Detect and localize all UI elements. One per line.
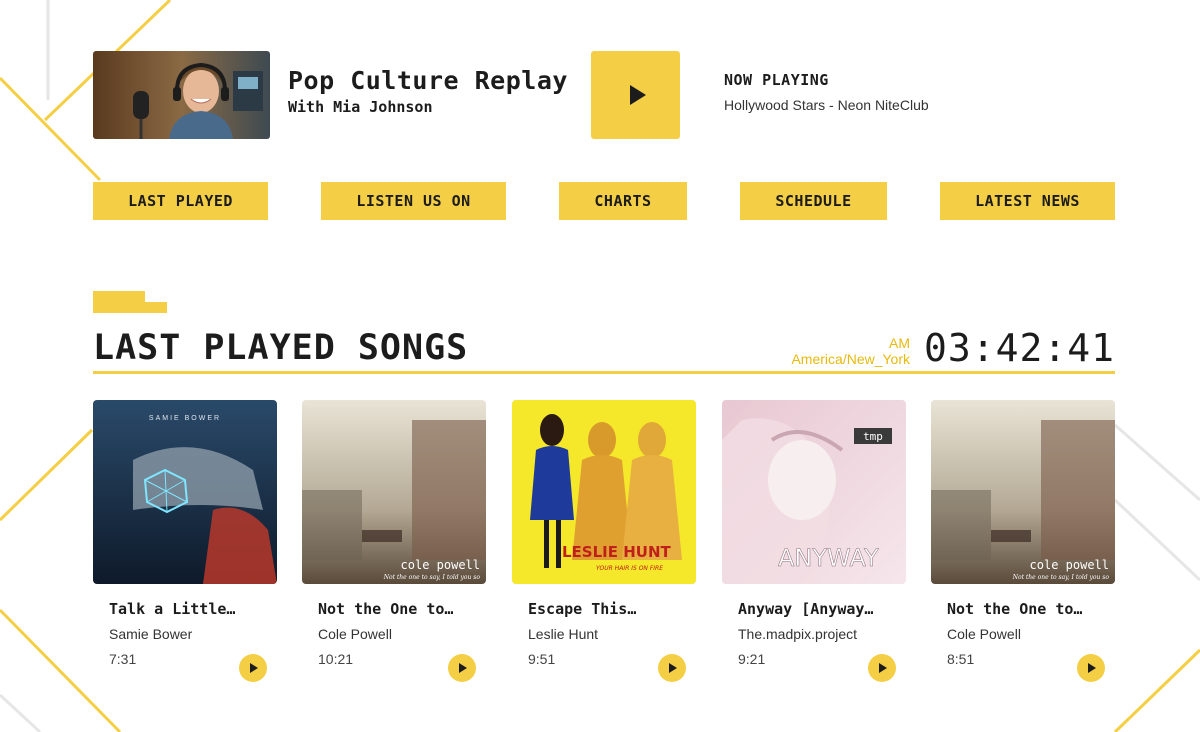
song-artist: Cole Powell	[318, 626, 392, 642]
song-artist: Samie Bower	[109, 626, 193, 642]
song-artist: Cole Powell	[947, 626, 1021, 642]
song-duration: 9:21	[738, 651, 766, 667]
album-cover: cole powell Not the one to say, I told y…	[302, 400, 486, 584]
cover-text: cole powell	[1030, 558, 1109, 572]
play-icon	[879, 663, 887, 673]
album-cover: tmp ANYWAY	[722, 400, 906, 584]
section-divider	[93, 371, 1115, 374]
song-artist: The.madpix.project	[738, 626, 858, 642]
song-card: cole powell Not the one to say, I told y…	[931, 400, 1115, 690]
song-duration: 10:21	[318, 651, 354, 667]
song-title: Escape This…	[528, 600, 637, 618]
now-playing-label: NOW PLAYING	[724, 71, 829, 89]
cover-subtext: Not the one to say, I told you so	[1012, 574, 1110, 581]
play-icon	[1088, 663, 1096, 673]
cover-text: LESLIE HUNT	[562, 543, 672, 561]
song-title: Anyway [Anyway…	[738, 600, 874, 618]
nav-charts-button[interactable]: CHARTS	[559, 182, 687, 220]
song-duration: 7:31	[109, 651, 137, 667]
cover-text: ANYWAY	[778, 544, 879, 572]
song-title: Not the One to…	[947, 600, 1083, 618]
song-play-button[interactable]	[448, 654, 476, 682]
show-title: Pop Culture Replay	[288, 66, 568, 95]
clock-timezone: America/New_York	[791, 351, 910, 367]
nav-last-played-button[interactable]: LAST PLAYED	[93, 182, 268, 220]
nav-listen-us-on-button[interactable]: LISTEN US ON	[321, 182, 506, 220]
song-play-button[interactable]	[658, 654, 686, 682]
song-duration: 8:51	[947, 651, 975, 667]
clock-time: 03:42:41	[923, 326, 1115, 370]
album-cover: SAMIE BOWER	[93, 400, 277, 584]
decorative-blocks	[93, 291, 167, 313]
song-card: SAMIE BOWER Talk a Little… Samie Bower 7…	[93, 400, 277, 690]
now-playing-track: Hollywood Stars - Neon NiteClub	[724, 97, 929, 113]
cover-text: cole powell	[401, 558, 480, 572]
play-icon	[629, 85, 646, 105]
album-cover: cole powell Not the one to say, I told y…	[931, 400, 1115, 584]
song-duration: 9:51	[528, 651, 556, 667]
song-card: tmp ANYWAY Anyway [Anyway… The.madpix.pr…	[722, 400, 906, 690]
nav-schedule-button[interactable]: SCHEDULE	[740, 182, 887, 220]
cover-subtext: Not the one to say, I told you so	[383, 574, 481, 581]
album-cover: LESLIE HUNT YOUR HAIR IS ON FIRE	[512, 400, 696, 584]
section-title: LAST PLAYED SONGS	[93, 328, 469, 368]
song-play-button[interactable]	[868, 654, 896, 682]
cover-text: SAMIE BOWER	[149, 415, 221, 422]
clock-am-pm: AM	[889, 335, 910, 351]
play-button[interactable]	[591, 51, 680, 139]
song-title: Talk a Little…	[109, 600, 236, 618]
song-artist: Leslie Hunt	[528, 626, 599, 642]
song-title: Not the One to…	[318, 600, 454, 618]
cover-badge: tmp	[863, 430, 883, 443]
song-card: cole powell Not the one to say, I told y…	[302, 400, 486, 690]
cover-subtext: YOUR HAIR IS ON FIRE	[596, 565, 663, 572]
play-icon	[250, 663, 258, 673]
show-host: With Mia Johnson	[288, 98, 433, 116]
play-icon	[459, 663, 467, 673]
nav-latest-news-button[interactable]: LATEST NEWS	[940, 182, 1115, 220]
show-host-photo	[93, 51, 270, 139]
play-icon	[669, 663, 677, 673]
song-play-button[interactable]	[239, 654, 267, 682]
song-card: LESLIE HUNT YOUR HAIR IS ON FIRE Escape …	[512, 400, 696, 690]
song-play-button[interactable]	[1077, 654, 1105, 682]
